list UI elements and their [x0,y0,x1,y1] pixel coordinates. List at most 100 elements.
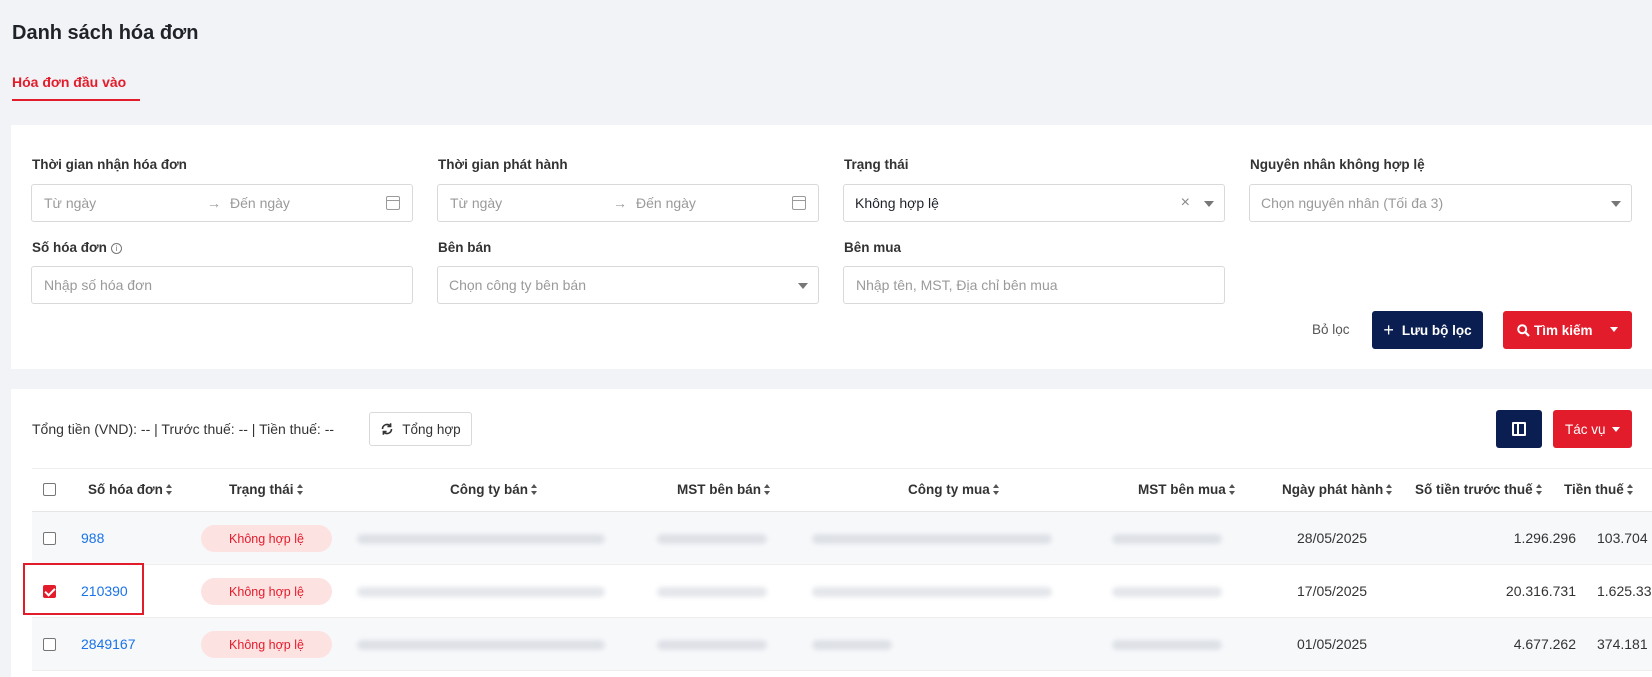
row-checkbox[interactable] [43,532,56,545]
col-label: Công ty mua [908,482,990,497]
arrow-right-icon: → [207,195,221,211]
search-button[interactable]: Tìm kiếm [1503,311,1632,349]
aggregate-label: Tổng hợp [402,421,461,437]
chevron-down-icon[interactable] [1610,327,1618,332]
calendar-icon [792,196,806,210]
col-label: Trạng thái [229,482,294,497]
redacted-buyer-tax-id [1112,587,1222,597]
tax-amount: 103.704 [1597,530,1648,546]
issue-time-label: Thời gian phát hành [438,157,568,172]
calendar-icon [386,196,400,210]
invalid-reason-placeholder: Chọn nguyên nhân (Tối đa 3) [1261,195,1444,211]
plus-icon: + [1383,320,1394,340]
actions-label: Tác vụ [1565,421,1606,437]
info-icon[interactable]: i [110,243,122,254]
seller-placeholder: Chọn công ty bên bán [449,277,586,293]
search-icon [1517,323,1530,337]
receive-time-label: Thời gian nhận hóa đơn [32,157,187,172]
issue-date: 28/05/2025 [1297,530,1368,546]
sort-icon [992,484,1000,495]
status-badge: Không hợp lệ [201,631,332,658]
save-filter-label: Lưu bộ lọc [1401,322,1472,338]
clear-filter-button[interactable]: Bỏ lọc [1312,322,1350,337]
redacted-seller [357,640,605,650]
column-settings-button[interactable] [1496,410,1542,448]
issue-time-range[interactable]: Từ ngày → Đến ngày [437,184,819,222]
buyer-label: Bên mua [844,240,902,255]
pre-tax-amount: 20.316.731 [1505,583,1576,599]
col-label: Ngày phát hành [1282,482,1384,497]
redacted-seller [357,587,605,597]
col-label: Số tiền trước thuế [1415,482,1533,497]
pre-tax-amount: 1.296.296 [1513,530,1576,546]
redacted-seller-tax-id [657,640,767,650]
col-seller-tax-id[interactable]: MST bên bán [677,482,771,497]
status-select[interactable]: Không hợp lệ × [843,184,1225,222]
col-label: Số hóa đơn [88,482,163,497]
col-label: Tiền thuế [1564,482,1624,497]
sort-icon [165,484,173,495]
select-all-checkbox[interactable] [43,483,56,496]
table-row[interactable]: 210390 Không hợp lệ 17/05/2025 20.316.73… [32,565,1652,618]
tab-input-invoices[interactable]: Hóa đơn đầu vào [12,74,140,101]
redacted-seller-tax-id [657,587,767,597]
redacted-buyer [812,534,1052,544]
receive-time-range[interactable]: Từ ngày → Đến ngày [31,184,413,222]
status-label: Trạng thái [844,157,909,172]
status-badge: Không hợp lệ [201,525,332,552]
aggregate-button[interactable]: Tổng hợp [369,412,472,446]
redacted-buyer-tax-id [1112,640,1222,650]
tax-amount: 1.625.338 [1597,583,1652,599]
redacted-buyer [812,587,1052,597]
col-label: Công ty bán [450,482,528,497]
col-status[interactable]: Trạng thái [229,482,304,497]
sort-icon [531,484,538,495]
col-issue-date[interactable]: Ngày phát hành [1282,482,1393,497]
issue-to-placeholder: Đến ngày [636,195,696,211]
tab-bar: Hóa đơn đầu vào [12,74,140,106]
table-header: Số hóa đơn Trạng thái Công ty bán MST bê… [32,468,1652,512]
pre-tax-amount: 4.677.262 [1513,636,1576,652]
tax-amount: 374.181 [1597,636,1648,652]
invoice-no-label-text: Số hóa đơn [32,240,107,255]
columns-icon [1512,422,1526,436]
invalid-reason-select[interactable]: Chọn nguyên nhân (Tối đa 3) [1249,184,1632,222]
invoice-no-label: Số hóa đơn i [32,240,122,255]
col-seller-company[interactable]: Công ty bán [450,482,538,497]
redacted-buyer [812,640,892,650]
totals-summary: Tổng tiền (VND): -- | Trước thuế: -- | T… [32,421,335,437]
buyer-input[interactable]: Nhập tên, MST, Địa chỉ bên mua [843,266,1225,304]
search-label: Tìm kiếm [1534,322,1593,338]
clear-icon[interactable]: × [1181,194,1190,212]
issue-date: 01/05/2025 [1297,636,1368,652]
seller-select[interactable]: Chọn công ty bên bán [437,266,819,304]
receive-to-placeholder: Đến ngày [230,195,290,211]
redacted-seller-tax-id [657,534,767,544]
sort-icon [296,484,304,495]
row-checkbox[interactable] [43,638,56,651]
actions-dropdown-button[interactable]: Tác vụ [1553,410,1632,448]
chevron-down-icon [1611,201,1621,207]
buyer-placeholder: Nhập tên, MST, Địa chỉ bên mua [856,277,1058,293]
table-row[interactable]: 2849167 Không hợp lệ 01/05/2025 4.677.26… [32,618,1652,671]
col-buyer-tax-id[interactable]: MST bên mua [1138,482,1236,497]
sort-icon [1386,484,1393,495]
col-pre-tax-amount[interactable]: Số tiền trước thuế [1415,482,1543,497]
col-buyer-company[interactable]: Công ty mua [908,482,1000,497]
col-invoice-no[interactable]: Số hóa đơn [88,482,173,497]
chevron-down-icon [1204,201,1214,207]
sort-icon [1228,484,1236,495]
seller-label: Bên bán [438,240,492,255]
table-row[interactable]: 988 Không hợp lệ 28/05/2025 1.296.296 10… [32,512,1652,565]
redacted-seller [357,534,605,544]
col-label: MST bên bán [677,482,761,497]
invoice-no-input[interactable]: Nhập số hóa đơn [31,266,413,304]
invoice-no-link[interactable]: 2849167 [81,636,136,652]
arrow-right-icon: → [613,195,627,211]
save-filter-button[interactable]: + Lưu bộ lọc [1372,311,1483,349]
sort-icon [1535,484,1543,495]
chevron-down-icon [798,283,808,289]
invoice-no-link[interactable]: 988 [81,530,104,546]
col-tax-amount[interactable]: Tiền thuế [1564,482,1634,497]
status-badge: Không hợp lệ [201,578,332,605]
